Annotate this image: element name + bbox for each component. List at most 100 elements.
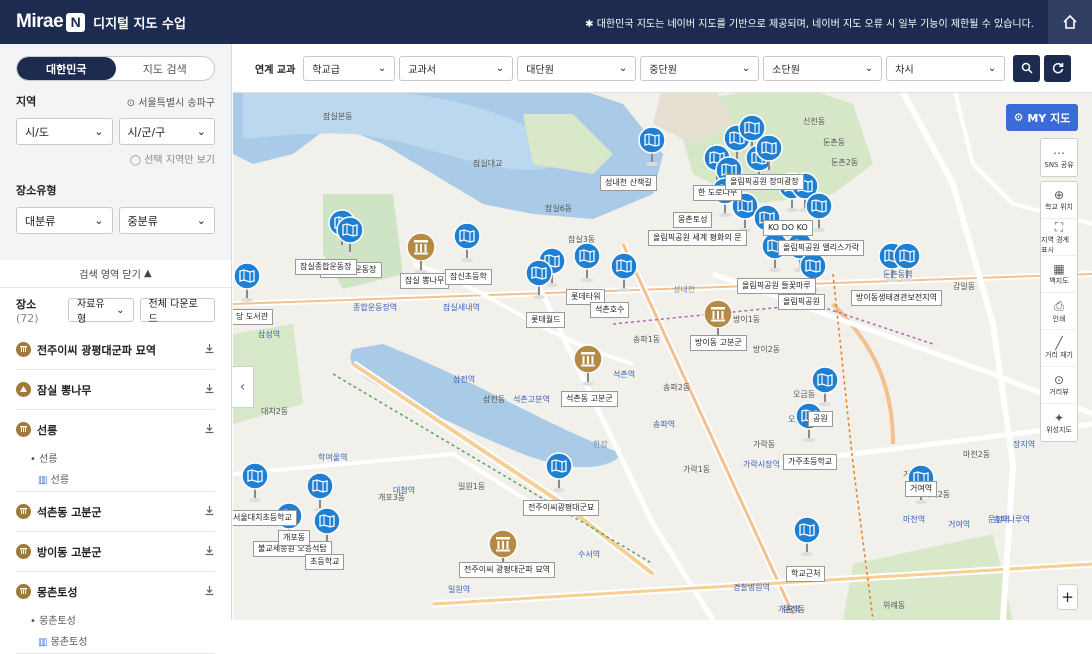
current-location[interactable]: ⊙ 서울특별시 송파구 <box>127 94 215 109</box>
pin-label[interactable]: 방이동생태경관보전지역 <box>851 290 942 306</box>
pin-label[interactable]: 전주이씨 광평대군파 묘역 <box>459 562 556 578</box>
list-subitem[interactable]: • 선릉 <box>16 449 215 470</box>
tool-target[interactable]: ⊕ 학교 위치 <box>1041 182 1077 219</box>
pin-label[interactable]: 올림픽공원 세계 평화의 문 <box>648 230 747 246</box>
map-pin[interactable] <box>545 452 573 494</box>
pin-label[interactable]: 올림픽공원 장미광장 <box>725 174 804 190</box>
tool-print[interactable]: ⎙ 인쇄 <box>1041 293 1077 330</box>
tool-blankmap[interactable]: ▦ 백지도 <box>1041 256 1077 293</box>
download-icon[interactable] <box>204 505 215 519</box>
download-icon[interactable] <box>204 585 215 599</box>
pin-label[interactable]: 석촌호수 <box>590 302 630 318</box>
list-item-header[interactable]: 석촌동 고분군 <box>16 492 215 531</box>
tool-ruler[interactable]: ╱ 거리 재기 <box>1041 330 1077 367</box>
list-item-header[interactable]: 몽촌토성 <box>16 572 215 611</box>
map-pin[interactable] <box>573 242 601 284</box>
map-place-label: 거여역 <box>948 520 971 529</box>
sidebar-toggle-button[interactable]: ‹ <box>232 366 254 408</box>
refresh-button[interactable] <box>1044 54 1072 82</box>
download-all-button[interactable]: 전체 다운로드 <box>139 298 215 325</box>
pin-label[interactable]: 올림픽공원 엘리스가락 <box>778 240 865 256</box>
list-item-header[interactable]: 방이동 고분군 <box>16 532 215 571</box>
tool-streetview[interactable]: ⊙ 거리뷰 <box>1041 367 1077 404</box>
pin-label[interactable]: 석촌동 고분군 <box>561 391 618 407</box>
map-pin[interactable] <box>610 252 638 294</box>
map-place-label: 경찰병원역 <box>733 583 770 592</box>
pin-label[interactable]: 초등학교 <box>305 554 345 570</box>
only-selected-checkbox[interactable]: ◯ 선택 지역만 보기 <box>16 151 215 166</box>
map-pin[interactable] <box>336 216 364 258</box>
list-header: 장소 (72) 자료유형 ⌄ 전체 다운로드 <box>0 290 231 330</box>
heritage-pin[interactable] <box>406 232 436 274</box>
search-button[interactable] <box>1013 54 1041 82</box>
map-pin[interactable] <box>755 134 783 176</box>
download-icon[interactable] <box>204 545 215 559</box>
list-subitem[interactable]: • 몽촌토성 <box>16 611 215 632</box>
map-pin[interactable] <box>241 462 269 504</box>
data-type-select[interactable]: 자료유형 ⌄ <box>67 298 134 325</box>
download-icon[interactable] <box>204 343 215 357</box>
home-icon <box>1063 14 1077 29</box>
list-item-header[interactable]: 전주이씨 광평대군파 묘역 <box>16 330 215 369</box>
tool-share[interactable]: ⋯ SNS 공유 <box>1041 139 1077 176</box>
pin-label[interactable]: 올림픽공원 들꽃마루 <box>737 278 816 294</box>
pin-label[interactable]: 성내천 산책길 <box>600 175 657 191</box>
download-icon[interactable] <box>204 423 215 437</box>
select-5[interactable]: 차시 ⌄ <box>886 55 1006 81</box>
list-item-header[interactable]: 잠실 뽕나무 <box>16 370 215 409</box>
my-map-button[interactable]: ⚙ MY 지도 <box>1006 104 1078 131</box>
pin-label[interactable]: 롯데월드 <box>526 312 566 328</box>
select-2[interactable]: 대단원 ⌄ <box>517 55 637 81</box>
pin-label[interactable]: 잠실 뽕나무 <box>400 273 450 289</box>
pin-label[interactable]: 전주이씨광평대군묘 <box>523 500 600 516</box>
blankmap-icon: ▦ <box>1053 262 1065 276</box>
pin-label[interactable]: 잠신초등학 <box>445 269 492 285</box>
pin-label[interactable]: 올림픽공원 <box>778 294 825 310</box>
collapse-search-button[interactable]: 검색 영역 닫기 ▲ <box>0 260 231 288</box>
tool-satellite[interactable]: ✦ 위성지도 <box>1041 404 1077 441</box>
pin-label[interactable]: 방이동 고분군 <box>690 335 747 351</box>
select-4[interactable]: 소단원 ⌄ <box>763 55 883 81</box>
map-pin[interactable] <box>233 262 261 304</box>
pin-label[interactable]: 공원 <box>808 411 833 427</box>
pin-label[interactable]: 서울대치초등학교 <box>233 510 297 526</box>
map-pin[interactable] <box>793 516 821 558</box>
map-pin[interactable] <box>453 222 481 264</box>
tab-map-search[interactable]: 지도 검색 <box>116 57 215 80</box>
map-place-label: 일원역 <box>448 585 471 594</box>
zoom-in-button[interactable]: + <box>1057 584 1078 610</box>
map-place-label: 석촌고분역 <box>513 395 550 404</box>
tab-korea[interactable]: 대한민국 <box>17 57 116 80</box>
pin-label[interactable]: 가주초등학교 <box>783 454 838 470</box>
map-pin[interactable] <box>638 126 666 168</box>
logo[interactable]: Mirae N 디지털 지도 수업 <box>16 11 186 33</box>
pin-label[interactable]: 개포동 <box>278 530 311 546</box>
major-category-select[interactable]: 대분류 ⌄ <box>16 207 113 234</box>
tool-border[interactable]: ⛶ 지역 경계 표시 <box>1041 219 1077 256</box>
home-button[interactable] <box>1048 0 1092 44</box>
map-pin[interactable] <box>893 242 921 284</box>
pin-label[interactable]: 당 도서관 <box>233 309 273 325</box>
pin-label[interactable]: 학교근처 <box>786 566 826 582</box>
heritage-pin[interactable] <box>573 344 603 386</box>
select-0[interactable]: 학교급 ⌄ <box>303 55 396 81</box>
map-marker-icon <box>610 252 638 292</box>
triangle-up-icon: ▲ <box>144 268 152 279</box>
map-pin[interactable] <box>525 259 553 301</box>
pin-label[interactable]: KO DO KO <box>763 220 813 236</box>
list-item-header[interactable]: 선릉 <box>16 410 215 449</box>
map-place-label: 방이1동 <box>733 315 761 324</box>
select-3[interactable]: 중단원 ⌄ <box>640 55 760 81</box>
pin-label[interactable]: 거여역 <box>905 481 938 497</box>
sido-select[interactable]: 시/도 ⌄ <box>16 118 113 145</box>
middle-category-select[interactable]: 중분류 ⌄ <box>118 207 215 234</box>
map-canvas[interactable]: 잠실대교 잠실6동 잠실3동 잠실새내역 종합운동장역 삼성역 삼전역 삼전동 석촌역 석촌고분역… <box>233 44 1092 620</box>
pin-label[interactable]: 몽촌토성 <box>673 212 713 228</box>
pin-label[interactable]: 잠실종합운동장 <box>295 259 357 275</box>
sigungu-select[interactable]: 시/군/구 ⌄ <box>118 118 215 145</box>
list-subsubitem[interactable]: ▥ 선릉 <box>16 470 215 491</box>
collapse-search-label: 검색 영역 닫기 <box>79 270 141 281</box>
list-subsubitem[interactable]: ▥ 몽촌토성 <box>16 632 215 653</box>
select-1[interactable]: 교과서 ⌄ <box>399 55 514 81</box>
download-icon[interactable] <box>204 383 215 397</box>
